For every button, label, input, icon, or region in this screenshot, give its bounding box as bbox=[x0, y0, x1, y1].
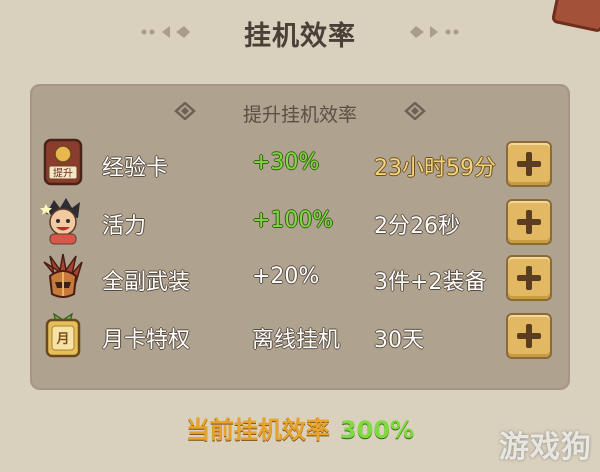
boost-bonus: +20% bbox=[252, 264, 320, 289]
panel-title: 挂机效率 bbox=[244, 21, 356, 52]
boost-bonus: 离线挂机 bbox=[252, 328, 341, 353]
boost-bonus: +30% bbox=[252, 150, 320, 175]
subtitle: 提升挂机效率 bbox=[242, 104, 357, 126]
boost-name: 全副武装 bbox=[102, 270, 191, 295]
add-exp-card-button[interactable] bbox=[506, 141, 552, 187]
boost-row-full-armor: 全副武装 +20% 3件+2装备 bbox=[30, 252, 570, 304]
boost-name: 月卡特权 bbox=[102, 328, 191, 353]
vitality-character-icon bbox=[40, 198, 80, 245]
boost-row-vitality: 活力 +100% 2分26秒 bbox=[30, 196, 570, 248]
monthly-card-icon: 月 bbox=[45, 312, 81, 358]
efficiency-boost-list: 提升挂机效率 提升 经验卡 +30% 23小时59分 活力 +100% 2分26… bbox=[30, 84, 570, 390]
monthly-card-icon-label: 月 bbox=[55, 332, 69, 347]
experience-card-icon: 提升 bbox=[43, 138, 83, 186]
boost-name: 经验卡 bbox=[102, 156, 169, 181]
boost-duration: 2分26秒 bbox=[374, 214, 460, 239]
watermark-logo: 游戏狗 bbox=[499, 430, 592, 465]
current-efficiency-label: 当前挂机效率 bbox=[185, 416, 330, 444]
boost-row-exp-card: 提升 经验卡 +30% 23小时59分 bbox=[30, 138, 570, 190]
armor-helmet-icon bbox=[43, 253, 83, 298]
add-armor-button[interactable] bbox=[506, 255, 552, 301]
current-efficiency-value: 300% bbox=[339, 416, 415, 444]
boost-row-monthly-card: 月 月卡特权 离线挂机 30天 bbox=[30, 310, 570, 362]
boost-bonus: +100% bbox=[252, 208, 334, 233]
idle-efficiency-panel: 挂机效率 提升挂机效率 提升 经验卡 +30% 23小时59分 活力 +100%… bbox=[0, 0, 600, 472]
exp-card-icon-label: 提升 bbox=[53, 168, 73, 180]
title-ornament-right-icon bbox=[410, 26, 459, 38]
boost-duration: 23小时59分 bbox=[374, 156, 496, 181]
subtitle-ornament-right-icon bbox=[404, 102, 426, 120]
add-vitality-button[interactable] bbox=[506, 199, 552, 245]
boost-name: 活力 bbox=[102, 214, 147, 239]
boost-duration: 30天 bbox=[374, 328, 424, 353]
add-monthly-card-button[interactable] bbox=[506, 313, 552, 359]
boost-duration: 3件+2装备 bbox=[374, 270, 487, 295]
